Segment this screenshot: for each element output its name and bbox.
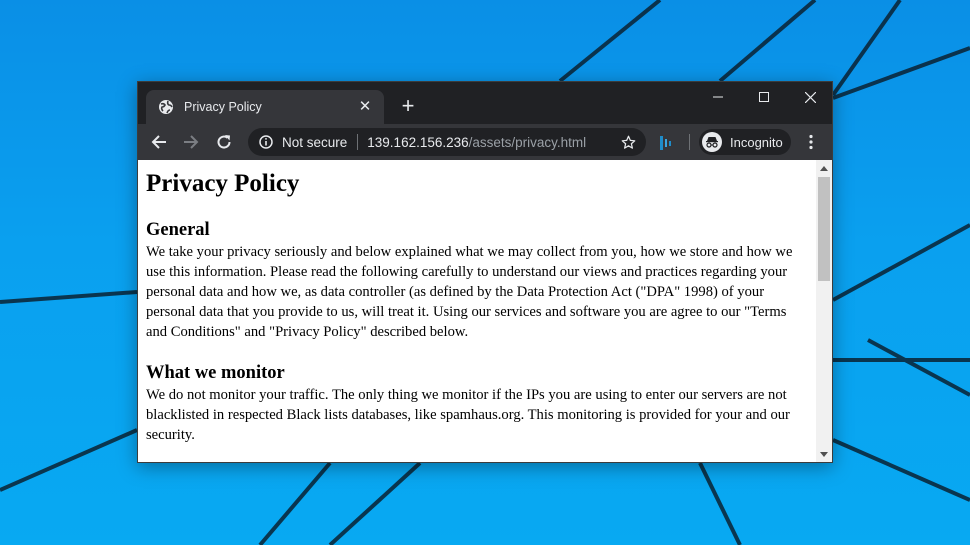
section-body-general: We take your privacy seriously and below…	[146, 244, 793, 340]
reload-icon	[217, 135, 231, 149]
maximize-button[interactable]	[741, 82, 787, 112]
page-title: Privacy Policy	[146, 170, 300, 197]
kebab-menu-icon	[809, 134, 813, 150]
new-tab-button[interactable]: +	[397, 95, 419, 117]
forward-button[interactable]	[178, 129, 204, 155]
incognito-icon	[702, 132, 722, 152]
incognito-profile-button[interactable]: Incognito	[699, 129, 791, 155]
reload-button[interactable]	[211, 129, 237, 155]
star-icon[interactable]	[621, 135, 636, 150]
scroll-up-arrow-icon[interactable]	[816, 160, 832, 176]
back-button[interactable]	[146, 129, 172, 155]
maximize-icon	[759, 92, 769, 102]
title-bar: Privacy Policy ✕ +	[138, 82, 832, 124]
arrow-left-icon	[151, 135, 166, 149]
scroll-down-arrow-icon[interactable]	[816, 446, 832, 462]
extension-icon[interactable]	[660, 136, 672, 150]
tab-privacy-policy[interactable]: Privacy Policy ✕	[146, 90, 384, 124]
page-content: Privacy Policy General We take your priv…	[138, 160, 816, 462]
toolbar: Not secure 139.162.156.236/assets/privac…	[138, 124, 832, 160]
close-window-button[interactable]	[787, 82, 833, 112]
menu-button[interactable]	[801, 132, 821, 152]
minimize-button[interactable]	[695, 82, 741, 112]
close-icon	[804, 91, 816, 103]
security-label[interactable]: Not secure	[282, 135, 347, 150]
scrollbar-thumb[interactable]	[818, 177, 830, 281]
tab-title: Privacy Policy	[184, 100, 262, 114]
minimize-icon	[713, 96, 723, 98]
browser-window: Privacy Policy ✕ + Not secure 139.162.15…	[137, 81, 833, 463]
url-host[interactable]: 139.162.156.236	[367, 135, 468, 150]
omnibox-separator	[357, 134, 359, 150]
incognito-label: Incognito	[730, 134, 783, 150]
url-path[interactable]: /assets/privacy.html	[469, 135, 587, 150]
info-icon[interactable]	[259, 135, 273, 149]
arrow-right-icon	[184, 135, 199, 149]
section-heading-what-we-monitor: What we monitor	[146, 363, 285, 383]
section-heading-general: General	[146, 220, 210, 240]
globe-icon	[159, 100, 173, 114]
address-bar[interactable]: Not secure 139.162.156.236/assets/privac…	[248, 128, 646, 156]
toolbar-divider	[689, 134, 690, 150]
vertical-scrollbar[interactable]	[816, 160, 832, 462]
section-body-what-we-monitor: We do not monitor your traffic. The only…	[146, 387, 790, 443]
tab-close-icon[interactable]: ✕	[355, 97, 375, 117]
